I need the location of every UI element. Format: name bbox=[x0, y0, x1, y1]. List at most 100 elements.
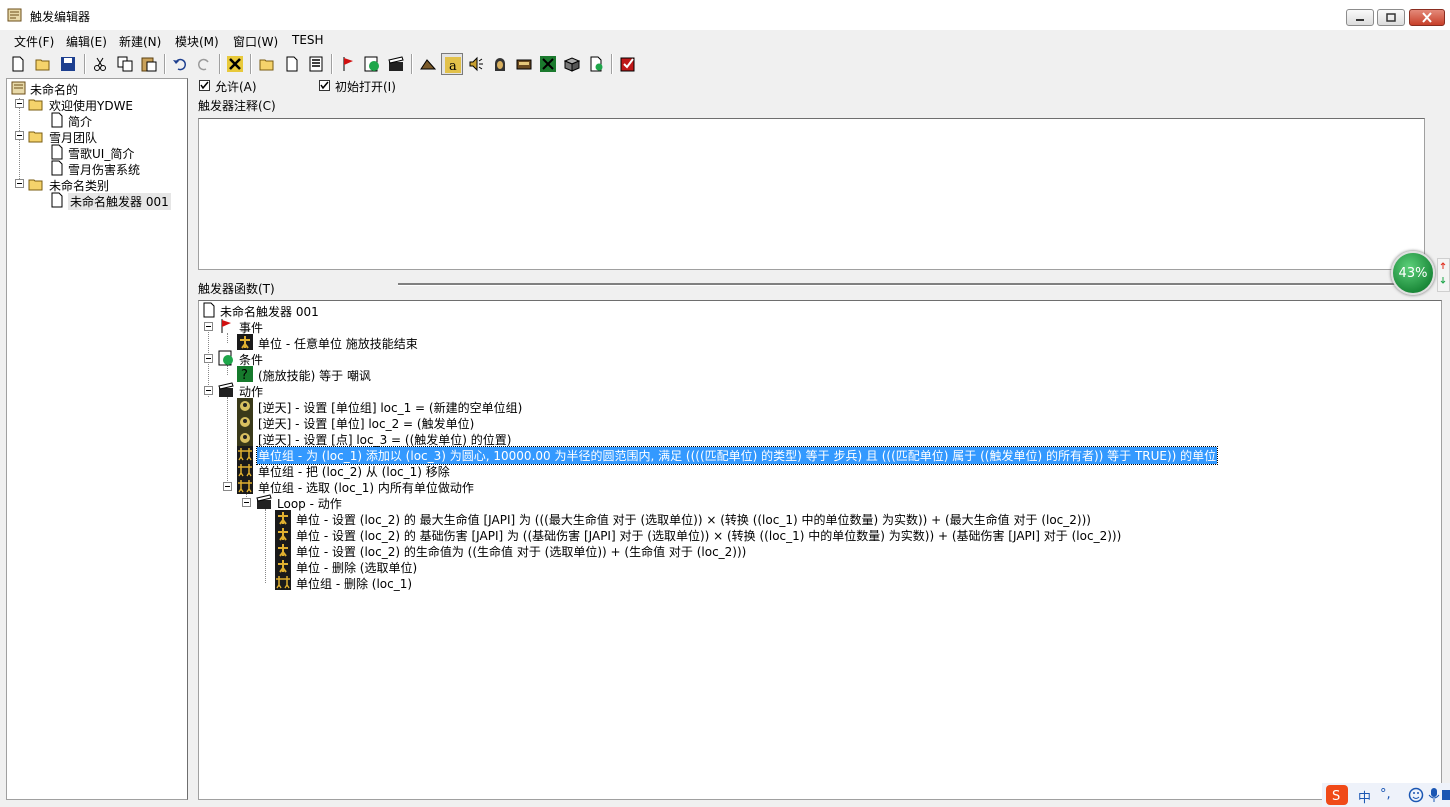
svg-text:?: ? bbox=[241, 368, 248, 382]
menu-window[interactable]: 窗口(W) bbox=[233, 33, 278, 50]
sogou-ime-icon[interactable]: S bbox=[1326, 785, 1348, 805]
condition-row[interactable]: ? (施放技能) 等于 嘲讽 bbox=[201, 366, 1401, 383]
minimize-button[interactable] bbox=[1346, 9, 1374, 26]
comment-field[interactable] bbox=[198, 118, 1425, 270]
conditions-node[interactable]: 条件 bbox=[201, 350, 1401, 367]
collapse-icon[interactable] bbox=[204, 322, 213, 331]
menu-module[interactable]: 模块(M) bbox=[175, 33, 219, 50]
menu-file[interactable]: 文件(F) bbox=[14, 33, 54, 50]
speaker-icon bbox=[469, 56, 483, 72]
collapse-icon[interactable] bbox=[15, 99, 24, 108]
unit-editor-button[interactable] bbox=[489, 53, 511, 75]
collapse-icon[interactable] bbox=[242, 498, 251, 507]
enabled-label: 允许(A) bbox=[215, 80, 257, 94]
enabled-checkbox[interactable] bbox=[199, 80, 210, 91]
toolbar: a bbox=[0, 52, 1450, 78]
menu-edit[interactable]: 编辑(E) bbox=[66, 33, 107, 50]
loop-action-row[interactable]: 单位 - 设置 (loc_2) 的 基础伤害 [JAPI] 为 ((基础伤害 [… bbox=[201, 526, 1401, 543]
new-doc-button[interactable] bbox=[7, 53, 29, 75]
scissors-icon bbox=[94, 57, 106, 71]
maximize-button[interactable] bbox=[1377, 9, 1405, 26]
svg-text:a: a bbox=[449, 59, 457, 73]
open-button[interactable] bbox=[32, 53, 54, 75]
close-button[interactable] bbox=[1409, 9, 1445, 26]
collapse-icon[interactable] bbox=[15, 179, 24, 188]
trigger-name-row[interactable]: 未命名触发器 001 bbox=[201, 302, 1401, 319]
paste-button[interactable] bbox=[138, 53, 160, 75]
new-category-button[interactable] bbox=[256, 53, 278, 75]
tree-item-xuege-ui[interactable]: 雪歌UI_简介 bbox=[9, 144, 179, 161]
loop-action-row[interactable]: 单位 - 设置 (loc_2) 的生命值为 ((生命值 对于 (选取单位)) +… bbox=[201, 542, 1401, 559]
menu-new[interactable]: 新建(N) bbox=[119, 33, 161, 50]
action-row[interactable]: [逆天] - 设置 [单位组] loc_1 = (新建的空单位组) bbox=[201, 398, 1401, 415]
terrain-editor-button[interactable] bbox=[417, 53, 439, 75]
close-icon bbox=[1422, 12, 1432, 23]
action-row[interactable]: 单位组 - 把 (loc_2) 从 (loc_1) 移除 bbox=[201, 462, 1401, 479]
test-map-button[interactable] bbox=[617, 53, 639, 75]
menu-bar: 文件(F) 编辑(E) 新建(N) 模块(M) 窗口(W) TESH bbox=[0, 30, 1450, 50]
loop-node[interactable]: Loop - 动作 bbox=[201, 494, 1401, 511]
object-editor-button[interactable] bbox=[513, 53, 535, 75]
collapse-icon[interactable] bbox=[204, 354, 213, 363]
loop-action-row[interactable]: 单位 - 设置 (loc_2) 的 最大生命值 [JAPI] 为 (((最大生命… bbox=[201, 510, 1401, 527]
open-folder-icon bbox=[28, 179, 43, 191]
restore-icon bbox=[1386, 13, 1396, 22]
redo-button[interactable] bbox=[193, 53, 215, 75]
action-row[interactable]: [逆天] - 设置 [点] loc_3 = ((触发单位) 的位置) bbox=[201, 430, 1401, 447]
save-button[interactable] bbox=[57, 53, 79, 75]
new-trigger-button[interactable] bbox=[281, 53, 303, 75]
unit-group-icon bbox=[237, 446, 253, 462]
action-row-group[interactable]: 单位组 - 选取 (loc_1) 内所有单位做动作 bbox=[201, 478, 1401, 495]
keyboard-icon[interactable] bbox=[1442, 787, 1450, 803]
new-action-button[interactable] bbox=[385, 53, 407, 75]
tree-root[interactable]: 未命名的 bbox=[9, 80, 179, 97]
collapse-icon[interactable] bbox=[15, 131, 24, 140]
events-node[interactable]: 事件 bbox=[201, 318, 1401, 335]
tree-folder-unnamed[interactable]: 未命名类别 bbox=[9, 176, 179, 193]
comment-label: 触发器注释(C) bbox=[198, 99, 276, 113]
emoji-icon[interactable] bbox=[1408, 787, 1424, 803]
tree-item-damage-system[interactable]: 雪月伤害系统 bbox=[9, 160, 179, 177]
import-icon bbox=[590, 56, 603, 72]
terrain-icon bbox=[420, 59, 436, 70]
loop-action-row[interactable]: 单位 - 删除 (选取单位) bbox=[201, 558, 1401, 575]
unit-icon bbox=[275, 542, 291, 558]
loop-action-row[interactable]: 单位组 - 删除 (loc_1) bbox=[201, 574, 1401, 591]
new-condition-button[interactable] bbox=[361, 53, 383, 75]
delete-button[interactable] bbox=[224, 53, 246, 75]
object-manager-button[interactable] bbox=[561, 53, 583, 75]
new-comment-button[interactable] bbox=[305, 53, 327, 75]
toolbar-separator bbox=[164, 54, 166, 74]
event-row[interactable]: 单位 - 任意单位 施放技能结束 bbox=[201, 334, 1401, 351]
action-row-selected[interactable]: 单位组 - 为 (loc_1) 添加以 (loc_3) 为圆心, 10000.0… bbox=[201, 446, 1401, 465]
tree-item-intro[interactable]: 简介 bbox=[9, 112, 179, 129]
undo-button[interactable] bbox=[169, 53, 191, 75]
actions-node[interactable]: 动作 bbox=[201, 382, 1401, 399]
tree-folder-welcome[interactable]: 欢迎使用YDWE bbox=[9, 96, 179, 113]
custom-script-icon bbox=[237, 414, 253, 430]
trigger-document-icon bbox=[203, 302, 215, 318]
tree-folder-xueyue[interactable]: 雪月团队 bbox=[9, 128, 179, 145]
speed-arrows bbox=[1437, 258, 1450, 292]
cut-button[interactable] bbox=[89, 53, 111, 75]
action-row[interactable]: [逆天] - 设置 [单位] loc_2 = (触发单位) bbox=[201, 414, 1401, 431]
new-event-button[interactable] bbox=[337, 53, 359, 75]
ime-chinese-mode[interactable]: 中 bbox=[1358, 787, 1371, 806]
sound-editor-button[interactable] bbox=[465, 53, 487, 75]
green-module-icon bbox=[540, 56, 556, 72]
menu-tesh[interactable]: TESH bbox=[292, 33, 324, 47]
trigger-label: 未命名触发器 001 bbox=[68, 193, 171, 210]
tree-item-selected-trigger[interactable]: 未命名触发器 001 bbox=[9, 192, 179, 210]
collapse-icon[interactable] bbox=[223, 482, 232, 491]
trigger-tree-panel: 未命名的 欢迎使用YDWE 简介 雪月团队 雪歌UI_简介 雪月伤害系统 未命名… bbox=[6, 78, 188, 800]
ime-punctuation[interactable]: °, bbox=[1380, 787, 1391, 802]
import-button[interactable] bbox=[585, 53, 607, 75]
module-button[interactable] bbox=[537, 53, 559, 75]
microphone-icon[interactable] bbox=[1428, 787, 1440, 803]
collapse-icon[interactable] bbox=[204, 386, 213, 395]
copy-button[interactable] bbox=[114, 53, 136, 75]
text-a-button[interactable]: a bbox=[441, 53, 463, 75]
pane-splitter[interactable] bbox=[398, 283, 1398, 286]
network-speed-widget[interactable]: 43% bbox=[1391, 251, 1435, 295]
initially-on-checkbox[interactable] bbox=[319, 80, 330, 91]
